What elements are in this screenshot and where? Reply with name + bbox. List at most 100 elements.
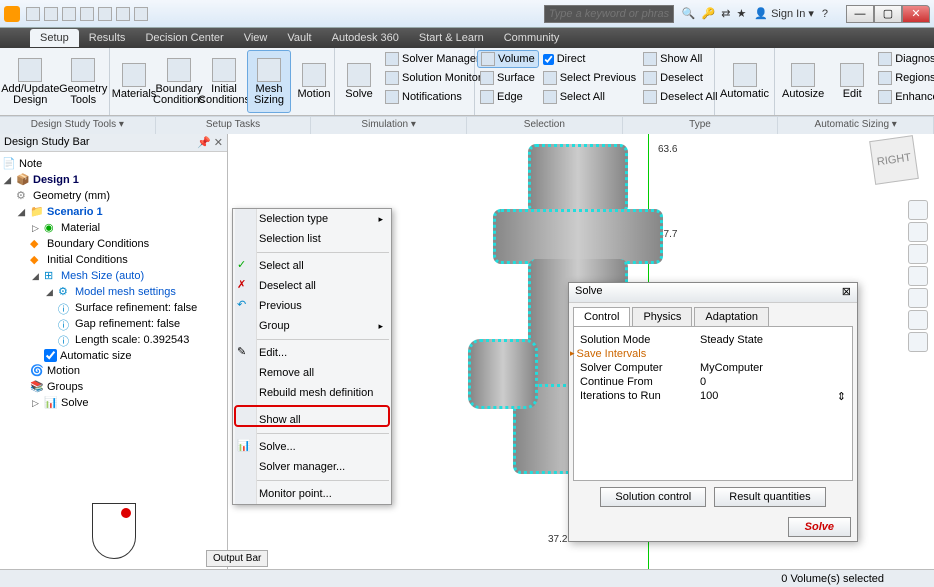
notifications-button[interactable]: Notifications [382,88,485,106]
design-icon: 📦 [16,173,30,187]
orbit-icon[interactable] [908,266,928,286]
diagnostics-button[interactable]: Diagnostics [875,50,934,68]
help-icon[interactable]: ? [822,8,828,20]
solve-dialog: Solve ⊠ Control Physics Adaptation Solut… [568,282,858,542]
pin-icon[interactable]: 📌 [197,137,211,149]
ctx-solve[interactable]: 📊Solve... [233,437,391,457]
tab-start-learn[interactable]: Start & Learn [409,29,494,47]
select-all-button[interactable]: Select All [540,88,639,106]
regions-button[interactable]: Regions [875,69,934,87]
edge-selector[interactable]: Edge [477,88,539,106]
pan-icon[interactable] [908,222,928,242]
result-quantities-button[interactable]: Result quantities [714,487,825,507]
solve-button[interactable]: Solve [337,50,381,113]
sign-in-button[interactable]: 👤 Sign In ▾ [754,7,813,20]
add-update-design-button[interactable]: Add/Update Design [2,50,59,113]
select-previous-button[interactable]: Select Previous [540,69,639,87]
solve-tree-icon: 📊 [44,396,58,410]
show-all-button[interactable]: Show All [640,50,720,68]
design-tree[interactable]: 📄Note ◢📦Design 1 ⚙Geometry (mm) ◢📁Scenar… [0,152,227,493]
ribbon: Add/Update Design Geometry Tools Materia… [0,48,934,116]
automatic-type-button[interactable]: Automatic [717,50,772,113]
deselect-button[interactable]: Deselect [640,69,720,87]
qat-undo-icon[interactable] [80,7,94,21]
tab-results[interactable]: Results [79,29,136,47]
dimension-label: 37.2 [548,534,567,545]
close-button[interactable]: ✕ [902,5,930,23]
stepper-icon[interactable]: ⇕ [837,390,846,403]
ctx-edit[interactable]: ✎Edit... [233,343,391,363]
ctx-group[interactable]: Group▸ [233,316,391,336]
solution-monitor-button[interactable]: Solution Monitor [382,69,485,87]
ctx-select-all[interactable]: ✓Select all [233,256,391,276]
context-menu: Selection type▸ Selection list ✓Select a… [232,208,392,505]
ctx-monitor-point[interactable]: Monitor point... [233,484,391,504]
qat-more-icon[interactable] [134,7,148,21]
enhancement-button[interactable]: Enhancement [875,88,934,106]
ctx-remove-all[interactable]: Remove all [233,363,391,383]
qat-new-icon[interactable] [26,7,40,21]
zoom-icon[interactable] [908,244,928,264]
quick-access-toolbar [26,7,148,21]
key-icon[interactable]: 🔑 [702,7,716,20]
autosize-button[interactable]: Autosize [777,50,829,113]
tab-vault[interactable]: Vault [277,29,321,47]
surface-selector[interactable]: Surface [477,69,539,87]
close-panel-icon[interactable]: ✕ [214,137,223,149]
qat-redo-icon[interactable] [98,7,112,21]
binoculars-icon[interactable]: 🔍 [682,7,696,20]
continue-from-value[interactable]: 0 [700,376,706,388]
ribbon-tabs: Setup Results Decision Center View Vault… [0,28,934,48]
solution-mode-value[interactable]: Steady State [700,334,763,346]
ctx-deselect-all[interactable]: ✗Deselect all [233,276,391,296]
qat-save-icon[interactable] [62,7,76,21]
mesh-sizing-button[interactable]: Mesh Sizing [247,50,291,113]
motion-button[interactable]: Motion [292,50,336,113]
lookat-icon[interactable] [908,288,928,308]
boundary-conditions-button[interactable]: Boundary Conditions [157,50,201,113]
app-icon [4,6,20,22]
xray-icon[interactable] [908,310,928,330]
materials-button[interactable]: Materials [112,50,156,113]
deselect-all-button[interactable]: Deselect All [640,88,720,106]
iterations-value[interactable]: 100 [700,390,718,403]
ctx-selection-type[interactable]: Selection type▸ [233,209,391,229]
maximize-button[interactable]: ▢ [874,5,902,23]
save-intervals-row[interactable]: Save Intervals [577,348,697,360]
exchange-icon[interactable]: ⇄ [721,7,730,20]
initial-conditions-button[interactable]: Initial Conditions [202,50,246,113]
dialog-close-icon[interactable]: ⊠ [842,285,851,300]
qat-print-icon[interactable] [116,7,130,21]
minimize-button[interactable]: — [846,5,874,23]
qat-open-icon[interactable] [44,7,58,21]
tab-view[interactable]: View [234,29,278,47]
search-input[interactable] [544,5,674,23]
volume-selector[interactable]: Volume [477,50,539,68]
geometry-tools-button[interactable]: Geometry Tools [60,50,107,113]
direct-check[interactable]: Direct [540,50,639,68]
output-bar-button[interactable]: Output Bar [206,550,268,567]
tab-control[interactable]: Control [573,307,630,326]
solver-manager-button[interactable]: Solver Manager [382,50,485,68]
ctx-previous[interactable]: ↶Previous [233,296,391,316]
tab-adaptation[interactable]: Adaptation [694,307,769,326]
box-icon[interactable] [908,332,928,352]
ctx-selection-list[interactable]: Selection list [233,229,391,249]
edit-button[interactable]: Edit [830,50,874,113]
dialog-solve-button[interactable]: Solve [788,517,851,537]
nav-wheel-icon[interactable] [908,200,928,220]
tab-setup[interactable]: Setup [30,29,79,47]
ctx-solver-manager[interactable]: Solver manager... [233,457,391,477]
chevron-down-icon: ▾ [808,7,814,20]
auto-size-check[interactable] [44,349,57,362]
tab-decision-center[interactable]: Decision Center [135,29,233,47]
tab-community[interactable]: Community [494,29,570,47]
ctx-show-all[interactable]: Show all [233,410,391,430]
solution-control-button[interactable]: Solution control [600,487,706,507]
tab-autodesk360[interactable]: Autodesk 360 [322,29,409,47]
solver-computer-value[interactable]: MyComputer [700,362,763,374]
view-cube[interactable]: RIGHT [869,135,919,185]
star-icon[interactable]: ★ [737,7,747,20]
tab-physics[interactable]: Physics [632,307,692,326]
ctx-rebuild[interactable]: Rebuild mesh definition [233,383,391,403]
